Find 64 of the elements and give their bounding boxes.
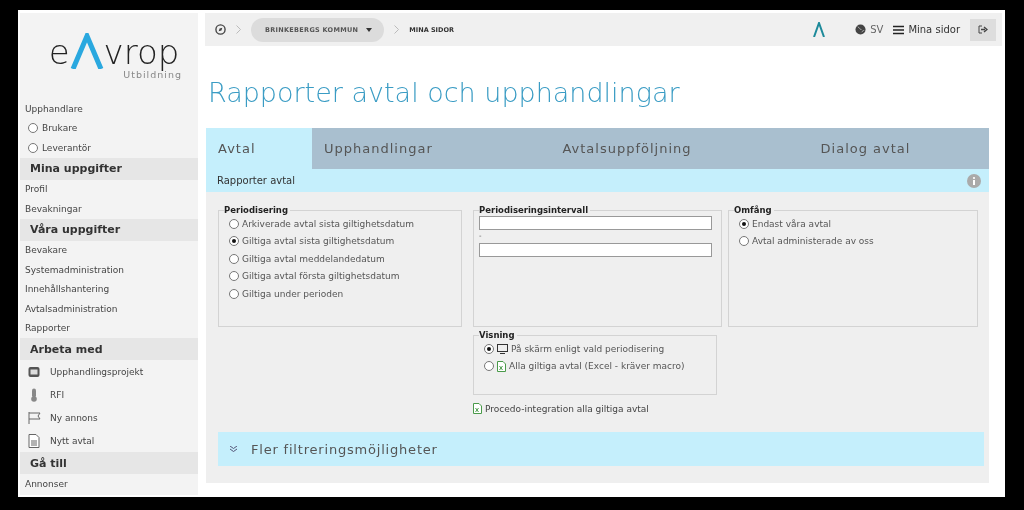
logout-button[interactable] [970,18,996,41]
chevron-icon [236,25,241,34]
thermometer-icon [28,387,40,402]
more-filters-toggle[interactable]: Fler filtreringsmöjligheter [218,432,984,466]
tab[interactable]: Avtalsuppföljning [512,128,742,169]
caret-icon [366,27,373,32]
sidebar-label: Upphandlare [24,102,84,116]
menu-icon [893,24,905,35]
sidebar-item[interactable]: RFI [20,383,198,406]
tab[interactable]: Avtal [206,128,312,169]
tab[interactable]: Dialog avtal [742,128,989,169]
tab[interactable]: Upphandlingar [312,128,512,169]
sidebar-item[interactable]: Annonser [20,474,198,494]
radio-option[interactable]: Arkiverade avtal sista giltighetsdatum [229,216,452,232]
end-date-field[interactable] [479,243,712,257]
radio-option[interactable]: Endast våra avtal [739,216,968,232]
sidebar-item[interactable]: Ny annons [20,406,198,429]
page-title: Rapporter avtal och upphandlingar [208,77,681,110]
spreadsheet-icon [497,360,506,372]
radio-option[interactable]: Giltiga avtal första giltighetsdatum [229,268,452,284]
document-icon [28,433,40,448]
sidebar-item[interactable]: Rapporter [20,318,198,338]
caret-logo-icon [813,22,826,37]
compass-icon [215,24,226,35]
spreadsheet-icon [473,403,482,414]
sidebar-item[interactable]: Upphandlingsprojekt [20,360,198,383]
language-button[interactable]: SV [855,24,884,35]
group-legend: Periodiseringsintervall [479,205,591,215]
sidebar-item[interactable]: Innehållshantering [20,279,198,299]
sidebar-header: Våra uppgifter [20,218,198,241]
chevron-icon [394,25,400,34]
procedo-link[interactable]: Procedo-integration alla giltiga avtal [473,403,717,414]
folder-icon [28,365,40,378]
radio-option[interactable]: På skärm enligt vald periodisering [484,341,707,357]
start-date-field[interactable] [479,216,712,230]
radio-option[interactable]: Giltiga avtal meddelandedatum [229,251,452,267]
menu-button[interactable]: Mina sidor [893,24,960,35]
sidebar-item[interactable]: Bevakare [20,240,198,260]
group-legend: Omfång [734,205,774,215]
globe-icon [855,24,867,35]
sidebar-item[interactable]: Nytt avtal [20,429,198,452]
logo: e vrop [48,33,180,69]
logout-icon [978,25,988,34]
sidebar-item[interactable]: Bevakningar [20,199,198,219]
monitor-icon [497,343,508,354]
group-legend: Periodisering [224,205,290,215]
radio-option[interactable]: Giltiga avtal sista giltighetsdatum [229,233,452,249]
radio-option[interactable]: Giltiga under perioden [229,286,452,302]
sidebar-header: Arbeta med [20,338,198,360]
sidebar-item[interactable]: Systemadministration [20,260,198,280]
role-radio[interactable]: Leverantör [20,138,198,158]
chevron-icon [230,446,237,452]
info-icon[interactable] [967,173,981,188]
radio-option[interactable]: Alla giltiga avtal (Excel - kräver macro) [484,358,707,374]
caret-icon [69,33,104,69]
sidebar-header: Gå till [20,452,198,474]
role-radio[interactable]: Brukare [20,118,198,138]
section-title: Rapporter avtal [217,175,296,186]
sidebar-item[interactable]: Profil [20,179,198,199]
radio-option[interactable]: Avtal administerade av oss [739,233,968,249]
sidebar-item[interactable]: Avtalsadministration [20,299,198,319]
group-legend: Visning [479,330,517,340]
sidebar-header: Mina uppgifter [20,157,198,180]
flag-icon [28,411,42,424]
